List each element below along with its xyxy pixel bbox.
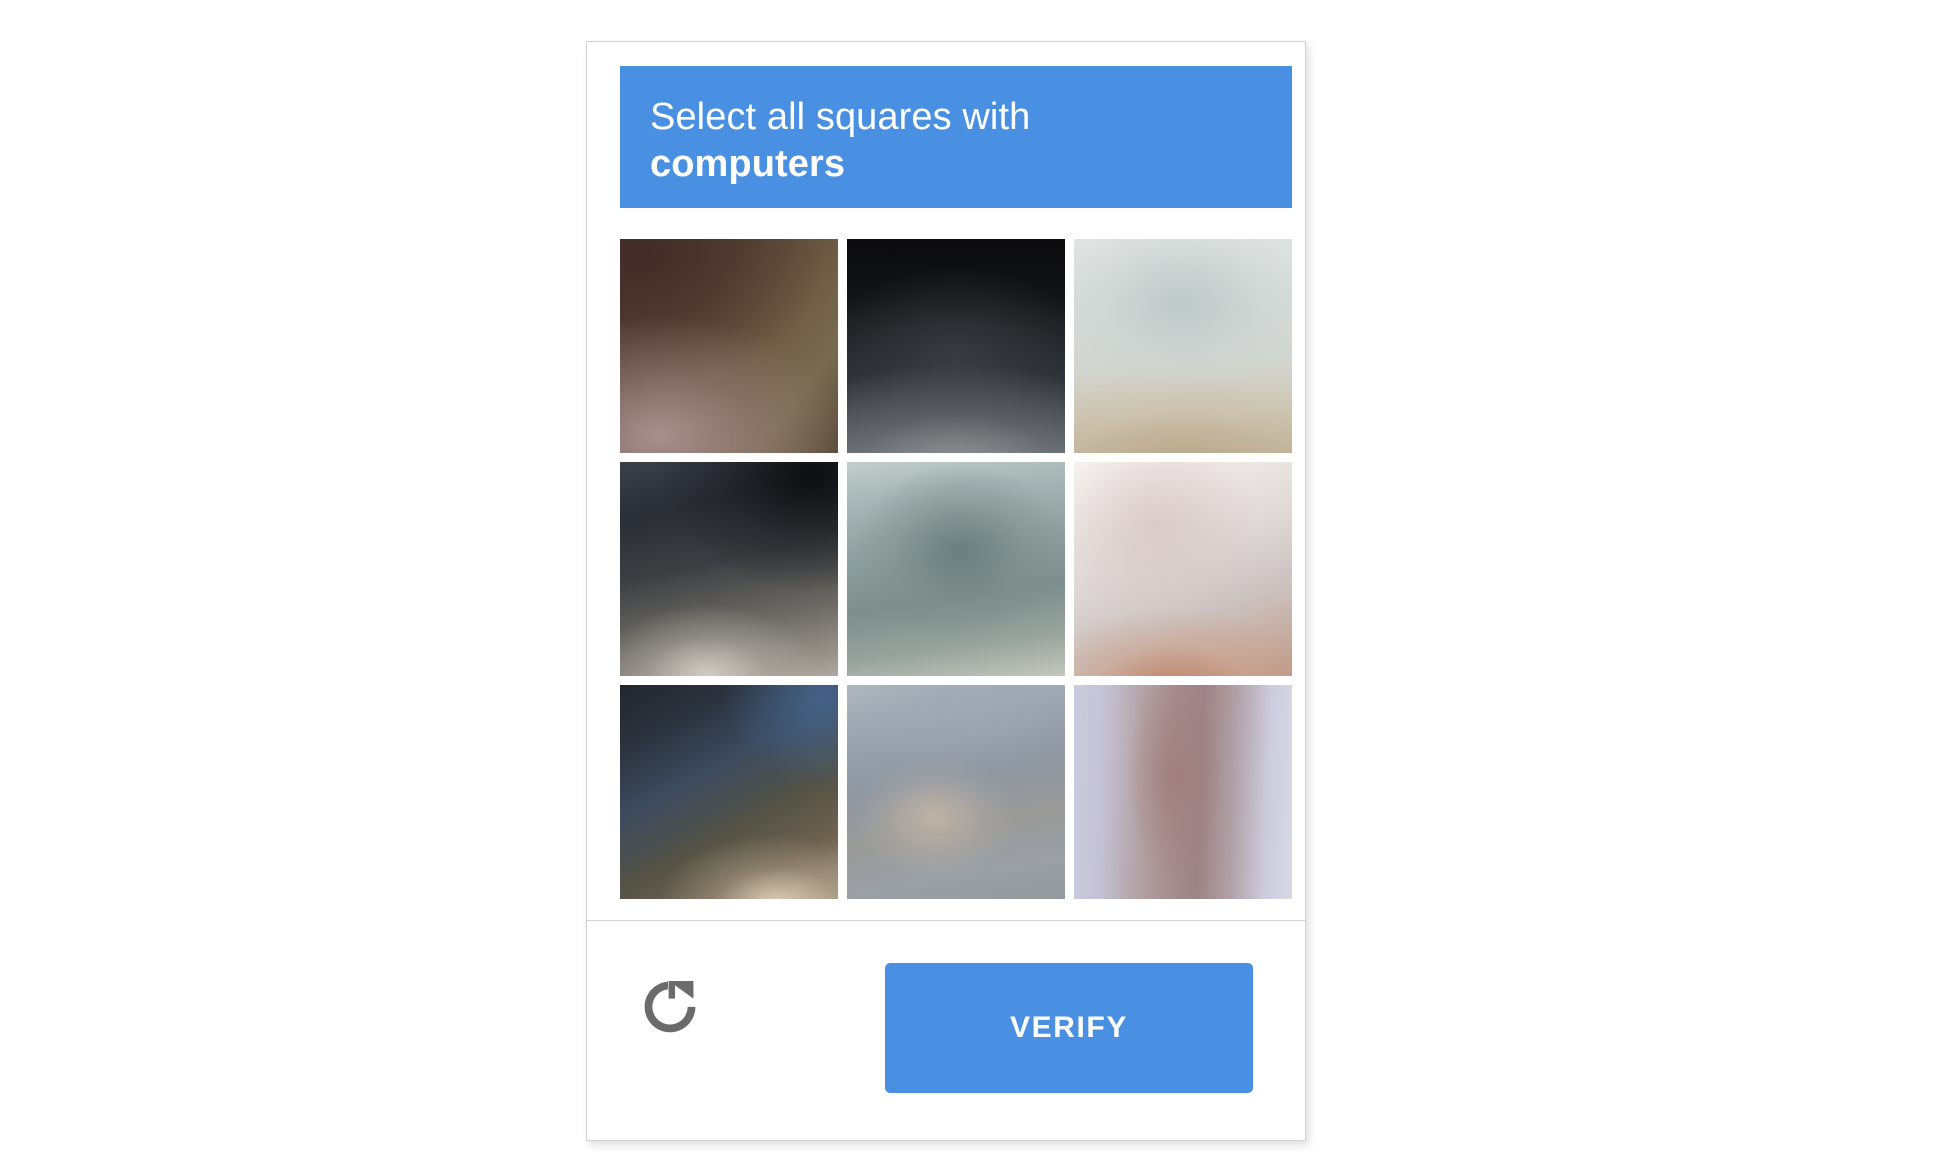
tile-image-2 bbox=[847, 239, 1065, 453]
captcha-tile-5[interactable] bbox=[847, 462, 1065, 676]
tile-image-8 bbox=[847, 685, 1065, 899]
captcha-tile-9[interactable] bbox=[1074, 685, 1292, 899]
captcha-tile-6[interactable] bbox=[1074, 462, 1292, 676]
tile-image-5 bbox=[847, 462, 1065, 676]
captcha-instruction-banner: Select all squares with computers bbox=[620, 66, 1292, 208]
refresh-challenge-button[interactable] bbox=[631, 968, 709, 1046]
captcha-footer: VERIFY bbox=[587, 920, 1305, 1140]
instruction-prefix: Select all squares with bbox=[650, 96, 1031, 138]
tile-image-9 bbox=[1074, 685, 1292, 899]
tile-image-1 bbox=[620, 239, 838, 453]
tile-image-6 bbox=[1074, 462, 1292, 676]
verify-button[interactable]: VERIFY bbox=[885, 963, 1253, 1093]
instruction-target-object: computers bbox=[650, 143, 846, 185]
captcha-tile-8[interactable] bbox=[847, 685, 1065, 899]
tile-image-3 bbox=[1074, 239, 1292, 453]
captcha-card: Select all squares with computers VERIFY bbox=[586, 41, 1306, 1141]
captcha-tile-3[interactable] bbox=[1074, 239, 1292, 453]
captcha-image-grid bbox=[620, 239, 1292, 899]
tile-image-4 bbox=[620, 462, 838, 676]
captcha-tile-2[interactable] bbox=[847, 239, 1065, 453]
tile-image-7 bbox=[620, 685, 838, 899]
refresh-icon bbox=[635, 972, 705, 1042]
captcha-tile-7[interactable] bbox=[620, 685, 838, 899]
captcha-tile-4[interactable] bbox=[620, 462, 838, 676]
captcha-tile-1[interactable] bbox=[620, 239, 838, 453]
